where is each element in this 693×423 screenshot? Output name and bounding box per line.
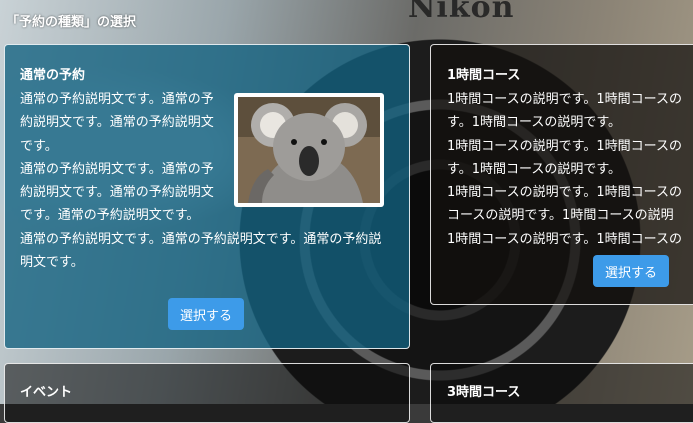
card-title: 通常の予約	[20, 68, 86, 83]
select-button[interactable]: 選択する	[593, 255, 670, 287]
description-paragraph: 通常の予約説明文です。通常の予約説明文です。通常の予約説明文です。	[20, 231, 382, 271]
background-brand-text: Nikon	[408, 0, 515, 25]
card-title: イベント	[20, 385, 73, 400]
description-line: 1時間コースの説明です。1時間コースの	[447, 231, 682, 247]
description-line: 1時間コースの説明です。1時間コースの	[447, 138, 682, 154]
description-line: す。1時間コースの説明です。	[447, 115, 622, 131]
card-title: 1時間コース	[447, 68, 521, 83]
koala-image	[234, 93, 384, 207]
card-description: 通常の予約説明文です。通常の予約説明文です。通常の予約説明文です。 通常の予約説…	[20, 88, 387, 274]
reservation-card-3-hour: 3時間コース	[430, 363, 693, 423]
card-title: 3時間コース	[447, 385, 521, 400]
description-line: す。1時間コースの説明です。	[447, 161, 622, 177]
select-button[interactable]: 選択する	[168, 298, 245, 330]
description-line: コースの説明です。1時間コースの説明	[447, 208, 674, 224]
section-title: 「予約の種類」の選択	[6, 15, 137, 30]
card-description: 1時間コースの説明です。1時間コースの す。1時間コースの説明です。 1時間コー…	[447, 88, 693, 251]
description-line: 1時間コースの説明です。1時間コースの	[447, 185, 682, 201]
reservation-card-1-hour: 1時間コース 1時間コースの説明です。1時間コースの す。1時間コースの説明です…	[430, 44, 693, 305]
reservation-card-event: イベント	[4, 363, 410, 423]
reservation-card-regular: 通常の予約 通常の予約説明文です。通常の予約説明文です。通常の予約説明文です。 …	[4, 44, 410, 349]
description-line: 1時間コースの説明です。1時間コースの	[447, 92, 682, 107]
